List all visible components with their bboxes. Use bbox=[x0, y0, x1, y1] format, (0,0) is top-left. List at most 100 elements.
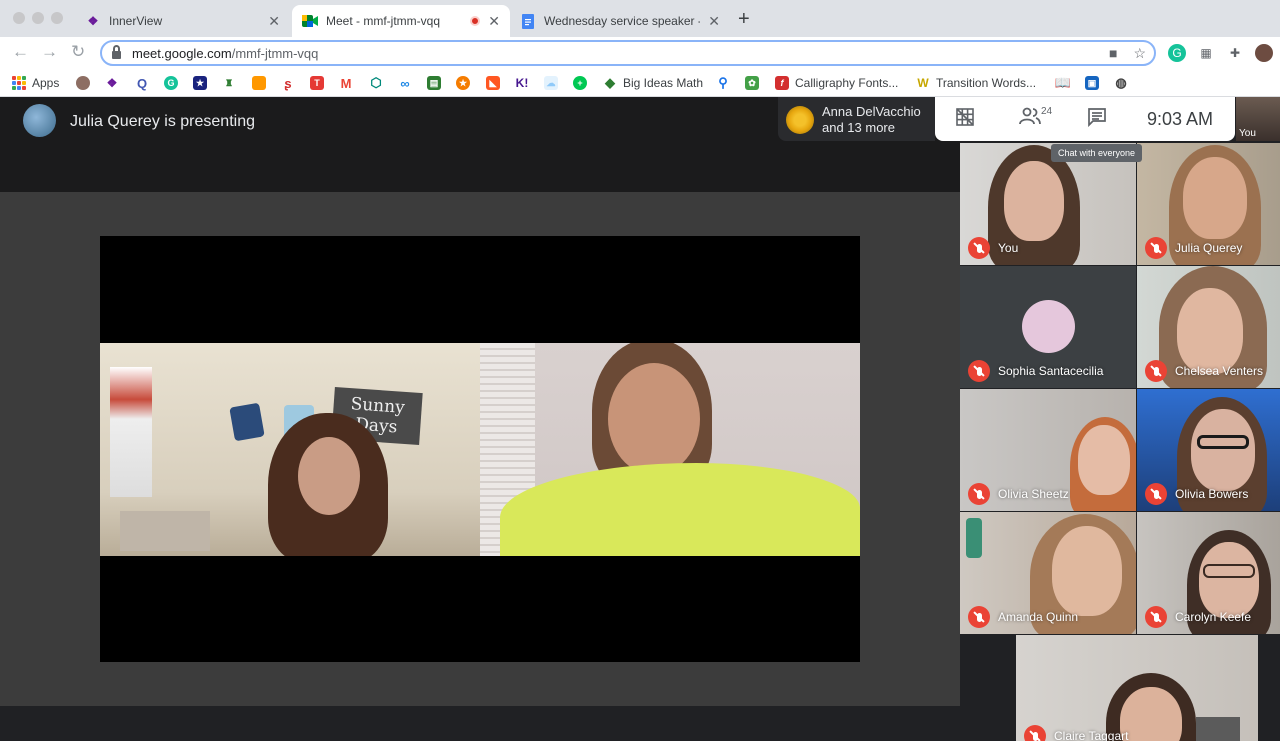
font-f-icon: f bbox=[775, 76, 789, 90]
participant-tile[interactable]: Julia Querey bbox=[1137, 143, 1280, 265]
bookmark-owl-icon[interactable]: ♜ bbox=[222, 74, 242, 92]
close-tab-icon[interactable]: ✕ bbox=[708, 13, 720, 30]
grammarly-icon[interactable]: G bbox=[1168, 44, 1186, 62]
people-icon[interactable] bbox=[1019, 107, 1041, 130]
bookmark-s-icon[interactable]: ʂ bbox=[281, 74, 301, 92]
chip-more: and 13 more bbox=[822, 120, 895, 135]
participant-name: Olivia Bowers bbox=[1175, 487, 1249, 501]
tv-shape bbox=[1196, 717, 1240, 741]
bookmark-quizlet-icon[interactable]: Q bbox=[135, 74, 155, 92]
participant-name: Carolyn Keefe bbox=[1175, 610, 1252, 624]
bookmark-bookmark-icon[interactable]: ◣ bbox=[486, 74, 506, 92]
bookmark-gmail-icon[interactable]: M bbox=[339, 74, 359, 92]
bottom-strip bbox=[0, 706, 960, 741]
person-face bbox=[298, 437, 360, 515]
participant-tile[interactable]: Olivia Sheetz bbox=[960, 389, 1136, 511]
participant-tile[interactable]: Olivia Bowers bbox=[1137, 389, 1280, 511]
presenter-avatar bbox=[23, 104, 56, 137]
bookmark-label: Big Ideas Math bbox=[623, 76, 704, 90]
shared-video-left: Sunny Days bbox=[100, 343, 480, 556]
bookmark-cloud-icon[interactable]: ☁ bbox=[544, 74, 564, 92]
participant-tile[interactable]: Chelsea Venters bbox=[1137, 266, 1280, 388]
tab-docs[interactable]: Wednesday service speaker - ✕ bbox=[510, 5, 730, 37]
bookmark-seal-icon[interactable] bbox=[76, 74, 96, 92]
participant-chip[interactable]: Anna DelVacchio and 13 more bbox=[778, 97, 935, 141]
star-bookmark-icon[interactable]: ☆ bbox=[1133, 45, 1146, 62]
participant-tile[interactable]: Sophia Santacecilia bbox=[960, 266, 1136, 388]
apps-grid-icon bbox=[12, 76, 26, 90]
water-bottle-shape bbox=[966, 518, 982, 558]
self-view-label: You bbox=[1239, 128, 1256, 139]
face-shape bbox=[1177, 288, 1243, 374]
minimize-window-button[interactable] bbox=[32, 12, 44, 24]
desk-items bbox=[120, 511, 210, 551]
bookmark-kahoot-icon[interactable]: K! bbox=[515, 74, 535, 92]
shared-screen: Sunny Days bbox=[100, 236, 860, 662]
url-path: /mmf-jtmm-vqq bbox=[231, 45, 319, 61]
bookmark-label: Apps bbox=[32, 76, 60, 90]
bookmark-transition-words[interactable]: W Transition Words... bbox=[916, 74, 1036, 92]
sunflower-avatar bbox=[786, 106, 814, 134]
new-tab-icon[interactable]: + bbox=[738, 8, 750, 31]
tab-innerview[interactable]: ❖ InnerView ✕ bbox=[75, 5, 290, 37]
camera-icon[interactable]: ■ bbox=[1109, 45, 1117, 62]
bookmark-book-icon[interactable]: 📖 bbox=[1055, 74, 1076, 92]
muted-mic-icon bbox=[968, 237, 990, 259]
participant-name: Amanda Quinn bbox=[998, 610, 1079, 624]
url-host: meet.google.com bbox=[132, 45, 232, 61]
chip-text: Anna DelVacchio and 13 more bbox=[822, 104, 921, 136]
close-window-button[interactable] bbox=[13, 12, 25, 24]
bookmark-innerview-icon[interactable]: ❖ bbox=[105, 74, 125, 92]
close-tab-icon[interactable]: ✕ bbox=[488, 13, 500, 30]
mask-image bbox=[229, 402, 265, 442]
bookmark-calligraphy-fonts[interactable]: f Calligraphy Fonts... bbox=[775, 74, 898, 92]
chat-icon[interactable] bbox=[1087, 107, 1107, 132]
bookmark-dark-icon[interactable]: ★ bbox=[193, 74, 213, 92]
profile-avatar[interactable] bbox=[1255, 44, 1273, 62]
bookmark-grammarly-icon[interactable]: G bbox=[164, 74, 184, 92]
tab-strip: ❖ InnerView ✕ Meet - mmf-jtmm-vqq ✕ Wedn… bbox=[0, 0, 1280, 37]
participant-tile[interactable]: Claire Taggart bbox=[1016, 635, 1258, 741]
bookmark-big-ideas-math[interactable]: ◆ Big Ideas Math bbox=[603, 74, 703, 92]
reload-icon[interactable]: ↻ bbox=[71, 42, 85, 62]
shared-video-right bbox=[480, 343, 860, 556]
maximize-window-button[interactable] bbox=[51, 12, 63, 24]
bookmark-label: Calligraphy Fonts... bbox=[795, 76, 899, 90]
presenter-text: Julia Querey is presenting bbox=[70, 113, 255, 130]
tab-meet[interactable]: Meet - mmf-jtmm-vqq ✕ bbox=[292, 5, 510, 37]
bookmark-calc-icon[interactable]: ▤ bbox=[427, 74, 447, 92]
face-shape bbox=[1052, 526, 1122, 616]
glasses-shape bbox=[1197, 435, 1249, 449]
muted-mic-icon bbox=[968, 483, 990, 505]
bookmark-plus-icon[interactable]: + bbox=[573, 74, 593, 92]
bookmark-maps-icon[interactable]: ⚲ bbox=[716, 74, 736, 92]
participant-name: Claire Taggart bbox=[1054, 729, 1129, 741]
address-bar[interactable]: meet.google.com/mmf-jtmm-vqq ■ ☆ bbox=[100, 40, 1156, 66]
muted-mic-icon bbox=[1024, 725, 1046, 741]
tiled-layout-icon[interactable] bbox=[955, 107, 975, 132]
forward-arrow-icon[interactable]: → bbox=[41, 42, 58, 62]
puzzle-extensions-icon[interactable]: ✚ bbox=[1226, 44, 1244, 62]
bookmark-infinity-icon[interactable]: ∞ bbox=[398, 74, 418, 92]
bookmark-frog-icon[interactable]: ✿ bbox=[745, 74, 765, 92]
participant-tile[interactable]: Amanda Quinn bbox=[960, 512, 1136, 634]
bookmark-orange-icon[interactable] bbox=[252, 74, 272, 92]
bookmark-apps[interactable]: Apps bbox=[12, 74, 59, 92]
bookmark-globe-icon[interactable]: ◍ bbox=[1114, 74, 1134, 92]
shared-video: Sunny Days bbox=[100, 343, 860, 556]
face-shape bbox=[1078, 425, 1130, 495]
self-view-thumbnail[interactable]: You bbox=[1236, 97, 1280, 141]
bookmark-t-icon[interactable]: T bbox=[310, 74, 330, 92]
bookmark-label: Transition Words... bbox=[936, 76, 1037, 90]
extension-grid-icon[interactable]: ▦ bbox=[1197, 44, 1215, 62]
muted-mic-icon bbox=[1145, 483, 1167, 505]
back-arrow-icon[interactable]: ← bbox=[12, 42, 29, 62]
bookmark-star-icon[interactable]: ★ bbox=[456, 74, 476, 92]
close-tab-icon[interactable]: ✕ bbox=[268, 13, 280, 30]
participant-tile[interactable]: Carolyn Keefe bbox=[1137, 512, 1280, 634]
bookmark-cube-icon[interactable]: ⬡ bbox=[369, 74, 389, 92]
face-shape bbox=[1183, 157, 1247, 239]
meet-controls-panel: 24 9:03 AM bbox=[935, 97, 1235, 141]
google-docs-icon bbox=[520, 13, 536, 29]
bookmark-contact-icon[interactable]: ▣ bbox=[1085, 74, 1105, 92]
